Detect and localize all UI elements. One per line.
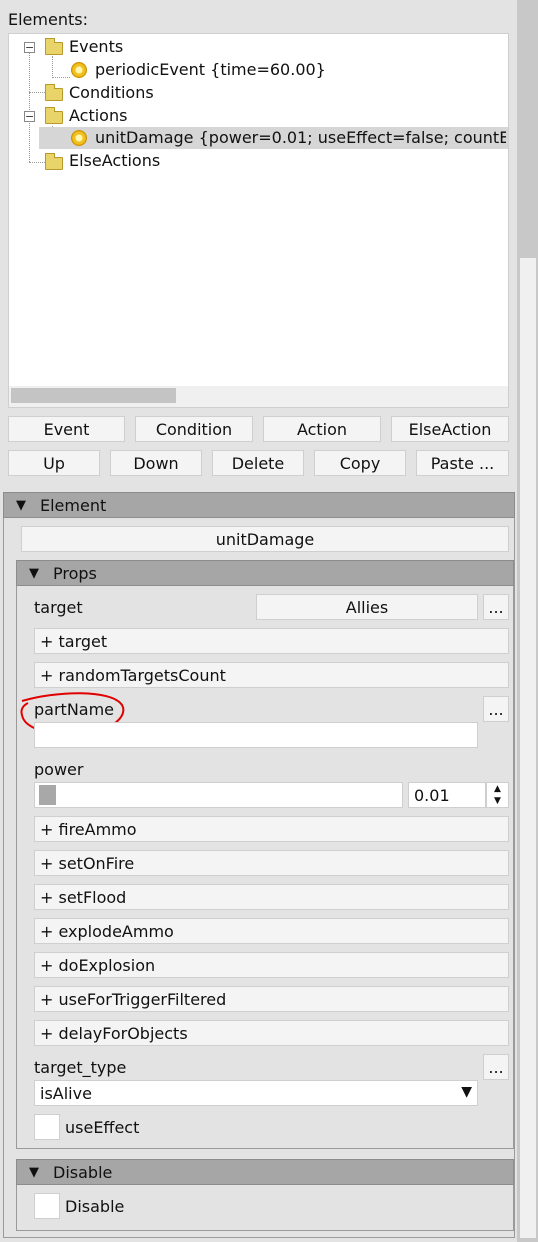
expand-fire-ammo-button[interactable]: + fireAmmo [34,816,509,842]
move-up-button[interactable]: Up [8,450,100,476]
use-effect-label: useEffect [65,1118,140,1137]
add-condition-button[interactable]: Condition [135,416,253,442]
power-slider-handle[interactable] [39,785,56,805]
elements-tree[interactable]: − Events periodicEvent {time=60.00} Cond… [8,33,509,408]
spin-up-icon[interactable]: ▲ [487,783,508,795]
props-section-title: Props [53,563,97,583]
folder-icon [45,153,63,170]
use-effect-checkbox[interactable] [34,1114,60,1140]
elements-label: Elements: [8,10,88,29]
element-section-header[interactable]: ▼ Element [3,492,515,518]
disable-section-title: Disable [53,1162,113,1182]
expand-explode-ammo-button[interactable]: + explodeAmmo [34,918,509,944]
target-type-label: target_type [34,1058,127,1077]
part-name-input[interactable] [34,722,478,748]
spin-down-icon[interactable]: ▼ [487,795,508,807]
target-type-selected-value: isAlive [40,1083,92,1103]
move-down-button[interactable]: Down [110,450,202,476]
expand-random-targets-count-button[interactable]: + randomTargetsCount [34,662,509,688]
tree-horizontal-scrollbar[interactable] [9,386,508,407]
actions-collapse-toggle[interactable]: − [24,111,35,122]
target-type-dropdown[interactable]: isAlive ▼ [34,1080,478,1106]
copy-button[interactable]: Copy [314,450,406,476]
tree-item-actions[interactable]: Actions [69,106,127,125]
folder-icon [45,84,63,101]
add-event-button[interactable]: Event [8,416,125,442]
window-scrollbar-thumb[interactable] [520,258,536,1238]
expand-do-explosion-button[interactable]: + doExplosion [34,952,509,978]
collapse-arrow-icon: ▼ [29,565,39,581]
tree-scrollbar-thumb[interactable] [11,388,176,403]
target-label: target [34,598,83,617]
tree-item-periodic-event[interactable]: periodicEvent {time=60.00} [95,60,326,79]
folder-icon [45,107,63,124]
power-spinner[interactable]: ▲ ▼ [486,782,509,808]
folder-icon [45,38,63,55]
target-ellipsis-button[interactable]: ... [483,594,509,620]
action-node-icon [71,130,87,146]
expand-delay-for-objects-button[interactable]: + delayForObjects [34,1020,509,1046]
part-name-ellipsis-button[interactable]: ... [483,696,509,722]
tree-item-else-actions[interactable]: ElseActions [69,151,160,170]
disable-checkbox[interactable] [34,1193,60,1219]
event-node-icon [71,62,87,78]
tree-item-unit-damage[interactable]: unitDamage {power=0.01; useEffect=false;… [95,128,506,147]
power-label: power [34,760,84,779]
expand-set-on-fire-button[interactable]: + setOnFire [34,850,509,876]
power-value: 0.01 [414,785,450,805]
tree-item-conditions[interactable]: Conditions [69,83,154,102]
events-collapse-toggle[interactable]: − [24,42,35,53]
disable-section-header[interactable]: ▼ Disable [16,1159,514,1185]
target-type-ellipsis-button[interactable]: ... [483,1054,509,1080]
props-section-header[interactable]: ▼ Props [16,560,514,586]
tree-item-events[interactable]: Events [69,37,123,56]
window-scrollbar-track[interactable] [517,0,538,1242]
power-slider[interactable] [34,782,403,808]
element-section-title: Element [40,495,107,515]
element-name-button[interactable]: unitDamage [21,526,509,552]
dropdown-arrow-icon[interactable]: ▼ [461,1084,472,1100]
power-value-input[interactable]: 0.01 [408,782,486,808]
disable-checkbox-label: Disable [65,1197,125,1216]
expand-set-flood-button[interactable]: + setFlood [34,884,509,910]
collapse-arrow-icon: ▼ [16,497,26,513]
target-select-button[interactable]: Allies [256,594,478,620]
paste-button[interactable]: Paste ... [416,450,509,476]
delete-button[interactable]: Delete [212,450,304,476]
expand-use-for-trigger-filtered-button[interactable]: + useForTriggerFiltered [34,986,509,1012]
add-action-button[interactable]: Action [263,416,381,442]
add-else-action-button[interactable]: ElseAction [391,416,509,442]
collapse-arrow-icon: ▼ [29,1164,39,1180]
expand-target-button[interactable]: + target [34,628,509,654]
